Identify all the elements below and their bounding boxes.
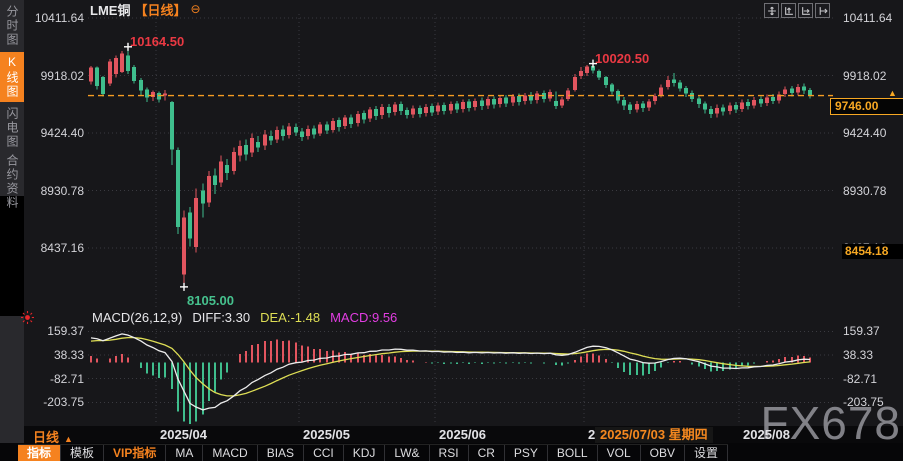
price-tick-label: 8930.78	[843, 184, 886, 198]
macd-title: MACD(26,12,9)	[92, 310, 182, 325]
toolbar-tab-BIAS[interactable]: BIAS	[258, 445, 304, 461]
toolbar-tab-MA[interactable]: MA	[166, 445, 203, 461]
low-marker	[180, 283, 188, 291]
price-pin-icon: ▲	[888, 89, 897, 98]
macd-tick-label: 159.37	[843, 324, 880, 338]
toolbar-tab-RSI[interactable]: RSI	[430, 445, 469, 461]
indicator-toolbar: 指标模板VIP指标MAMACDBIASCCIKDJLW&RSICRPSYBOLL…	[18, 444, 728, 461]
toolbar-tab-CR[interactable]: CR	[469, 445, 505, 461]
price-extreme-label: 10164.50	[130, 34, 184, 49]
selected-date-label: 2025/07/03 星期四	[595, 427, 713, 443]
toolbar-tab-VOL[interactable]: VOL	[598, 445, 641, 461]
chart-title: LME铜 【日线】 ⊖	[90, 1, 201, 17]
toolbar-tab-VIP[interactable]: VIP指标	[104, 445, 166, 461]
gridlines	[88, 14, 833, 424]
left-sidebar: 分时图 K线图闪电图合约资料	[0, 0, 24, 443]
pan-move-icon[interactable]	[764, 3, 779, 18]
price-tick-label: 10411.64	[843, 11, 892, 25]
toolbar-tab-MACD[interactable]: MACD	[203, 445, 257, 461]
price-tick-label: 9424.40	[843, 126, 886, 140]
fit-y-axis-icon[interactable]	[781, 3, 796, 18]
fit-x-axis-icon[interactable]	[798, 3, 813, 18]
macd-layer	[91, 334, 810, 424]
toolbar-tab-BOLL[interactable]: BOLL	[548, 445, 598, 461]
symbol-name: LME铜	[90, 0, 130, 19]
toolbar-tab-[interactable]: 设置	[685, 445, 728, 461]
sidebar-top-segment: 分时图K线图闪电图合约资料	[0, 0, 24, 196]
triangle-up-icon: ▲	[64, 434, 73, 444]
price-extreme-label: 10020.50	[595, 51, 649, 66]
chart-canvas[interactable]	[0, 0, 903, 461]
secondary-price-label: 8454.18	[842, 244, 903, 259]
toolbar-tab-KDJ[interactable]: KDJ	[344, 445, 386, 461]
toolbar-tab-OBV[interactable]: OBV	[641, 445, 685, 461]
goto-latest-icon[interactable]	[815, 3, 830, 18]
macd-tick-label: 38.33	[843, 348, 873, 362]
sidebar-item-1[interactable]: 分时图	[0, 5, 24, 47]
date-tick-label: 2025/04	[160, 427, 207, 442]
macd-diff-value: DIFF:3.30	[192, 310, 250, 325]
candles-layer	[89, 47, 812, 287]
macd-header: MACD(26,12,9) DIFF:3.30 DEA:-1.48 MACD:9…	[92, 310, 397, 325]
toolbar-tab-CCI[interactable]: CCI	[304, 445, 344, 461]
date-tick-label: 2025/08	[743, 427, 790, 442]
toolbar-tab-[interactable]: 模板	[61, 445, 104, 461]
toolbar-tab-[interactable]: 指标	[18, 445, 61, 461]
sidebar-item-4[interactable]: 合约资料	[0, 154, 24, 210]
price-extreme-label: 8105.00	[187, 293, 234, 308]
period-badge: 【日线】	[134, 0, 186, 19]
macd-diff-line	[91, 334, 810, 410]
price-tick-label: 9918.02	[843, 69, 886, 83]
macd-dea-line	[91, 338, 810, 396]
blinking-alert-icon[interactable]	[20, 310, 35, 325]
sidebar-bottom-segment	[0, 316, 24, 443]
sidebar-item-2[interactable]: K线图	[0, 52, 24, 102]
date-tick-label: 2025/06	[439, 427, 486, 442]
macd-dea-value: DEA:-1.48	[260, 310, 320, 325]
toolbar-tab-LW[interactable]: LW&	[385, 445, 429, 461]
last-price-label: 9746.00	[830, 98, 903, 115]
chart-app-window: 分时图 K线图闪电图合约资料 LME铜 【日线】 ⊖ MACD(26,12,9) …	[0, 0, 903, 461]
macd-tick-label: -203.75	[843, 395, 884, 409]
chart-control-buttons	[764, 3, 830, 18]
macd-tick-label: -82.71	[843, 372, 877, 386]
minus-circle-icon[interactable]: ⊖	[190, 3, 200, 15]
period-selector-label: 日线	[33, 430, 59, 445]
toolbar-tab-PSY[interactable]: PSY	[505, 445, 548, 461]
date-tick-label: 2025/05	[303, 427, 350, 442]
sidebar-item-3[interactable]: 闪电图	[0, 107, 24, 149]
macd-macd-value: MACD:9.56	[330, 310, 397, 325]
